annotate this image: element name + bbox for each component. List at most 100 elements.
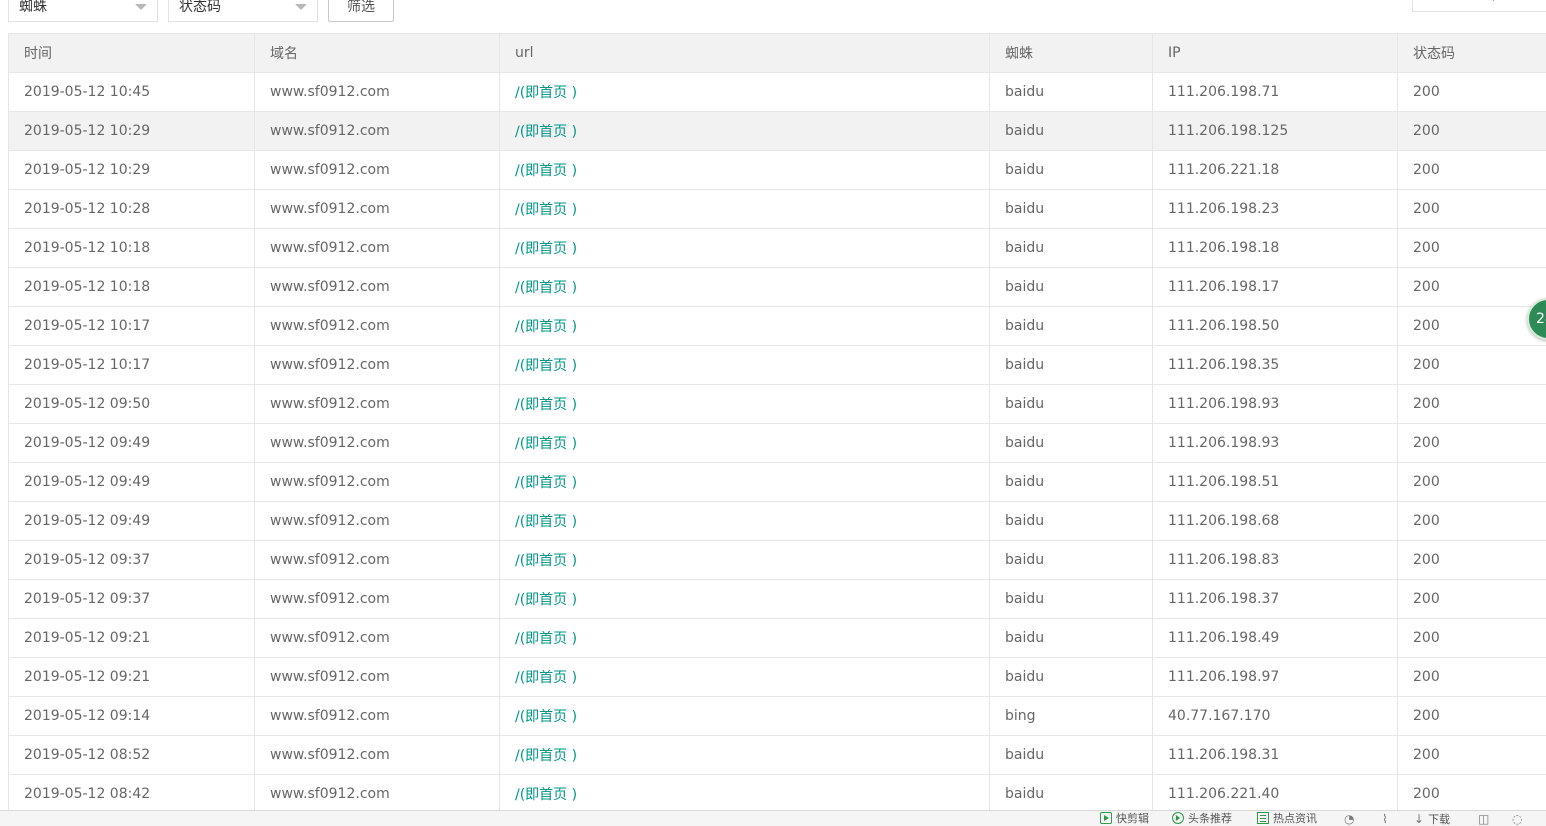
cell-url: /(即首页 ) (499, 150, 990, 190)
url-link[interactable]: /(即首页 ) (515, 670, 577, 686)
chevron-down-icon (135, 4, 147, 10)
url-link[interactable]: /(即首页 ) (515, 592, 577, 608)
cell-time: 2019-05-12 09:37 (8, 579, 255, 619)
table-row: 2019-05-12 09:49 www.sf0912.com /(即首页 ) bai… (8, 462, 1546, 502)
cell-ip: 111.206.198.37 (1152, 579, 1398, 619)
table-row: 2019-05-12 10:45 www.sf0912.com /(即首页 ) bai… (8, 72, 1546, 112)
cell-time: 2019-05-12 10:45 (8, 72, 255, 112)
browser-bottom-toolbar: 快剪辑 头条推荐 热点资讯 ◔ ⌇ ↓ 下载 ◫ ◌ (0, 810, 1546, 826)
url-link[interactable]: /(即首页 ) (515, 748, 577, 764)
cell-spider: baidu (989, 618, 1153, 658)
cell-domain: www.sf0912.com (254, 774, 500, 814)
download-icon: ↓ (1414, 812, 1425, 826)
url-link[interactable]: /(即首页 ) (515, 397, 577, 413)
url-link[interactable]: /(即首页 ) (515, 436, 577, 452)
cell-spider: baidu (989, 189, 1153, 229)
cell-time: 2019-05-12 09:21 (8, 618, 255, 658)
broom-icon: ⌇ (1382, 812, 1388, 826)
spider-select[interactable]: 蜘蛛 (8, 0, 158, 22)
cell-time: 2019-05-12 10:29 (8, 150, 255, 190)
cell-url: /(即首页 ) (499, 540, 990, 580)
settings-button[interactable]: ◌ (1512, 812, 1526, 826)
url-note: (即首页 ) (519, 748, 578, 764)
cell-ip: 111.206.198.31 (1152, 735, 1398, 775)
url-link[interactable]: /(即首页 ) (515, 787, 577, 803)
url-note: (即首页 ) (519, 787, 578, 803)
url-link[interactable]: /(即首页 ) (515, 241, 577, 257)
cell-status: 200 (1397, 384, 1546, 424)
cell-domain: www.sf0912.com (254, 423, 500, 463)
url-link[interactable]: /(即首页 ) (515, 85, 577, 101)
cell-status: 200 (1397, 462, 1546, 502)
column-header-domain[interactable]: 域名 (254, 33, 500, 73)
table-row: 2019-05-12 09:50 www.sf0912.com /(即首页 ) bai… (8, 384, 1546, 424)
download-button[interactable]: ↓ 下载 (1414, 812, 1450, 826)
table-row: 2019-05-12 09:49 www.sf0912.com /(即首页 ) bai… (8, 501, 1546, 541)
table-body: 2019-05-12 10:45 www.sf0912.com/(即首页 ) bai… (8, 72, 1546, 814)
broom-button[interactable]: ⌇ (1382, 812, 1392, 826)
cell-url: /(即首页 ) (499, 306, 990, 346)
column-header-status[interactable]: 状态码 (1397, 33, 1546, 73)
cell-url: /(即首页 ) (499, 735, 990, 775)
filter-button[interactable]: 筛选 (328, 0, 394, 22)
window-button[interactable]: ◫ (1478, 812, 1493, 826)
cell-ip: 111.206.198.23 (1152, 189, 1398, 229)
url-link[interactable]: /(即首页 ) (515, 319, 577, 335)
url-note: (即首页 ) (519, 163, 578, 179)
cell-ip: 111.206.198.68 (1152, 501, 1398, 541)
cell-ip: 40.77.167.170 (1152, 696, 1398, 736)
cell-status: 200 (1397, 306, 1546, 346)
column-header-time[interactable]: 时间 (8, 33, 255, 73)
cell-domain: www.sf0912.com (254, 735, 500, 775)
url-link[interactable]: /(即首页 ) (515, 709, 577, 725)
cell-domain: www.sf0912.com (254, 696, 500, 736)
window-icon: ◫ (1478, 812, 1490, 826)
headline-recommend-button[interactable]: 头条推荐 (1172, 812, 1232, 826)
hot-news-label: 热点资讯 (1273, 812, 1317, 825)
table-row: 2019-05-12 10:28 www.sf0912.com /(即首页 ) bai… (8, 189, 1546, 229)
table-header-row: 时间 域名 url 蜘蛛 IP 状态码 (8, 33, 1546, 73)
cell-spider: baidu (989, 579, 1153, 619)
cell-time: 2019-05-12 10:28 (8, 189, 255, 229)
cell-time: 2019-05-12 09:37 (8, 540, 255, 580)
search-input[interactable] (1412, 0, 1546, 12)
cell-spider: baidu (989, 540, 1153, 580)
cell-spider: baidu (989, 423, 1153, 463)
cell-status: 200 (1397, 72, 1546, 112)
url-link[interactable]: /(即首页 ) (515, 514, 577, 530)
cell-spider: baidu (989, 384, 1153, 424)
status-select[interactable]: 状态码 (168, 0, 318, 22)
cell-spider: baidu (989, 150, 1153, 190)
cell-spider: baidu (989, 267, 1153, 307)
cell-url: /(即首页 ) (499, 72, 990, 112)
url-link[interactable]: /(即首页 ) (515, 358, 577, 374)
column-header-spider[interactable]: 蜘蛛 (989, 33, 1153, 73)
cell-domain: www.sf0912.com (254, 462, 500, 502)
news-icon (1257, 812, 1269, 824)
cell-domain: www.sf0912.com (254, 345, 500, 385)
url-link[interactable]: /(即首页 ) (515, 553, 577, 569)
url-note: (即首页 ) (519, 670, 578, 686)
url-link[interactable]: /(即首页 ) (515, 280, 577, 296)
column-header-ip[interactable]: IP (1152, 33, 1398, 73)
cell-time: 2019-05-12 10:17 (8, 345, 255, 385)
cell-url: /(即首页 ) (499, 579, 990, 619)
cell-url: /(即首页 ) (499, 696, 990, 736)
table-row: 2019-05-12 09:21 www.sf0912.com /(即首页 ) bai… (8, 657, 1546, 697)
cell-domain: www.sf0912.com (254, 189, 500, 229)
cell-time: 2019-05-12 10:17 (8, 306, 255, 346)
column-header-url[interactable]: url (499, 33, 990, 73)
hot-news-button[interactable]: 热点资讯 (1257, 812, 1317, 826)
url-link[interactable]: /(即首页 ) (515, 202, 577, 218)
url-link[interactable]: /(即首页 ) (515, 631, 577, 647)
cell-domain: www.sf0912.com (254, 540, 500, 580)
quick-edit-button[interactable]: 快剪辑 (1100, 812, 1149, 826)
url-link[interactable]: /(即首页 ) (515, 124, 577, 140)
cell-domain: www.sf0912.com (254, 72, 500, 112)
speed-button[interactable]: ◔ (1344, 812, 1358, 826)
url-link[interactable]: /(即首页 ) (515, 475, 577, 491)
cell-ip: 111.206.198.50 (1152, 306, 1398, 346)
cell-domain: www.sf0912.com (254, 150, 500, 190)
url-link[interactable]: /(即首页 ) (515, 163, 577, 179)
url-note: (即首页 ) (519, 436, 578, 452)
